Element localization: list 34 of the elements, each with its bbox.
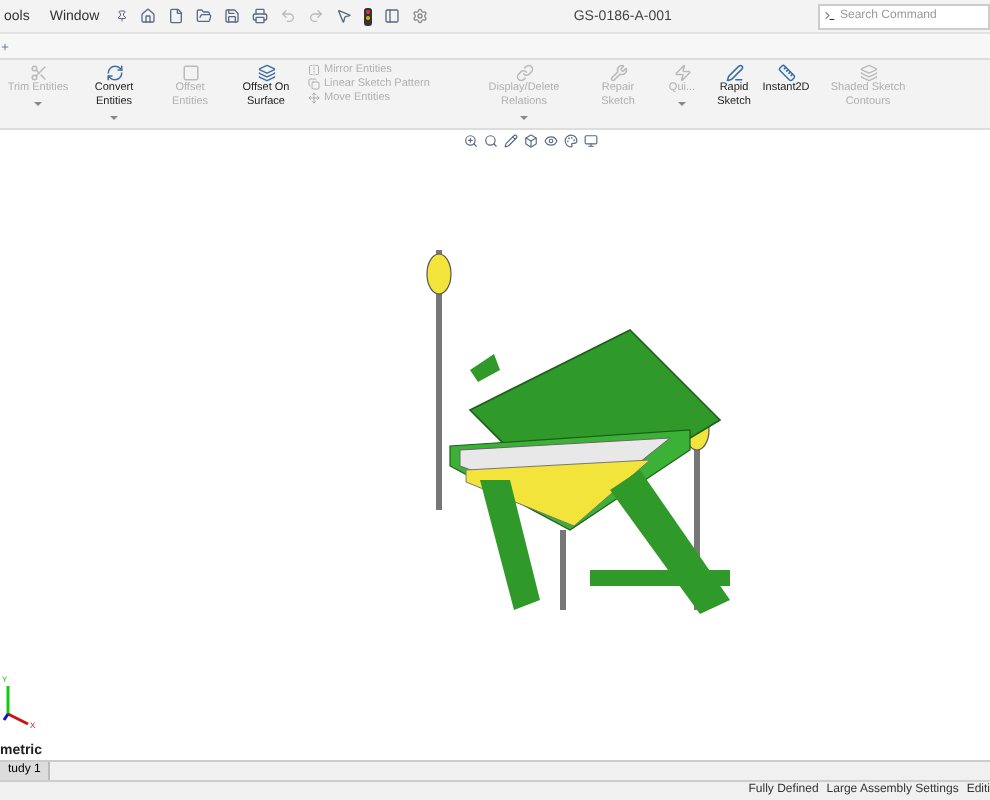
offset-icon <box>181 64 199 82</box>
pin-icon[interactable] <box>115 10 128 22</box>
surface-offset-icon <box>257 64 275 82</box>
trim-icon <box>29 64 47 82</box>
repair-icon <box>609 64 627 82</box>
panel-icon[interactable] <box>383 8 400 24</box>
settings-icon[interactable] <box>411 8 428 24</box>
ruler-icon <box>777 64 795 82</box>
printer-icon[interactable] <box>251 8 268 24</box>
monitor-icon[interactable] <box>584 134 598 148</box>
relations-icon <box>515 64 533 82</box>
mirror-icon <box>308 64 320 76</box>
add-tab-icon[interactable] <box>0 41 10 51</box>
caret-icon[interactable] <box>110 116 118 120</box>
save-icon[interactable] <box>223 8 240 24</box>
palette-icon[interactable] <box>564 134 578 148</box>
home-icon[interactable] <box>139 8 156 24</box>
pencil-icon <box>725 64 743 82</box>
traffic-light-icon[interactable] <box>363 7 372 25</box>
new-document-icon[interactable] <box>167 8 184 24</box>
eye-icon[interactable] <box>544 134 558 148</box>
lightning-icon <box>673 64 691 82</box>
zoom-icon[interactable] <box>464 134 478 148</box>
search-icon[interactable] <box>484 134 498 148</box>
move-icon <box>308 92 320 104</box>
pointer-icon[interactable] <box>335 8 352 24</box>
cube-icon[interactable] <box>524 134 538 148</box>
pattern-icon <box>308 78 320 90</box>
convert-icon <box>105 64 123 82</box>
axis-triad-drawing <box>2 686 29 726</box>
folder-icon[interactable] <box>195 8 212 24</box>
layers-icon <box>859 64 877 82</box>
command-prompt-icon <box>824 10 836 22</box>
pencil-icon[interactable] <box>504 134 518 148</box>
